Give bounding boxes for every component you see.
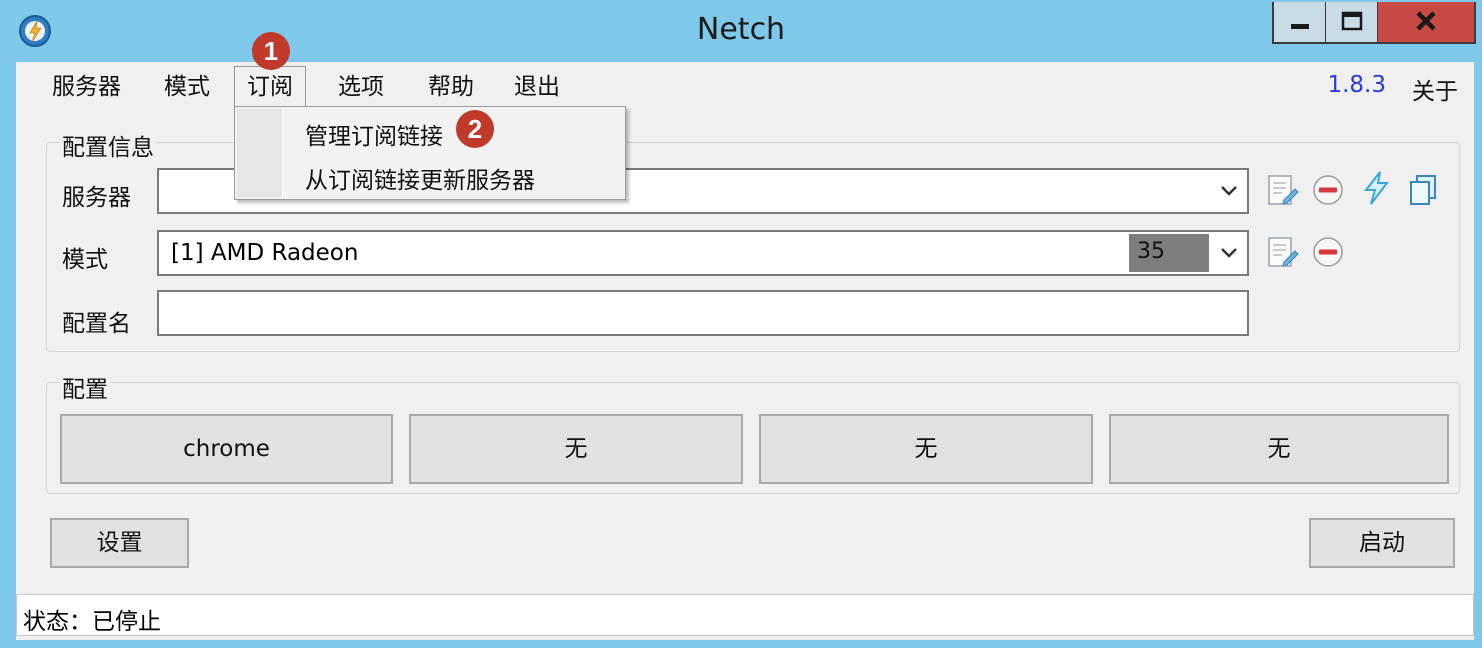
menu-mode[interactable]: 模式 (160, 72, 214, 106)
subscription-dropdown: 管理订阅链接 从订阅链接更新服务器 (234, 106, 626, 200)
menu-bar: 服务器 模式 订阅 选项 帮助 退出 1.8.3 关于 (16, 62, 1474, 110)
status-bar: 状态：已停止 (16, 594, 1474, 636)
settings-button[interactable]: 设置 (50, 518, 189, 568)
edit-server-icon[interactable] (1264, 172, 1300, 208)
profile-name-input[interactable] (157, 290, 1249, 336)
menu-item-update-servers-from-subscription[interactable]: 从订阅链接更新服务器 (305, 161, 535, 195)
maximize-button[interactable] (1326, 2, 1378, 42)
menu-about[interactable]: 关于 (1412, 72, 1458, 106)
maximize-icon (1341, 11, 1363, 31)
copy-server-icon[interactable] (1406, 172, 1442, 208)
menu-options[interactable]: 选项 (334, 72, 388, 106)
edit-mode-icon[interactable] (1264, 234, 1300, 270)
mode-select-value: [1] AMD Radeon (171, 240, 359, 266)
mode-label: 模式 (62, 247, 108, 273)
chevron-down-icon (1221, 248, 1237, 258)
profile-button-2[interactable]: 无 (409, 414, 743, 484)
menu-subscription[interactable]: 订阅 (234, 66, 306, 106)
profile-button-1[interactable]: chrome (60, 414, 393, 484)
menu-server[interactable]: 服务器 (48, 72, 125, 106)
config-info-title: 配置信息 (60, 128, 156, 162)
chevron-down-icon (1221, 186, 1237, 196)
speed-test-icon[interactable] (1358, 170, 1394, 206)
minimize-icon (1291, 24, 1309, 29)
delete-mode-icon[interactable] (1310, 234, 1346, 270)
latency-badge: 35 (1129, 234, 1209, 272)
profiles-title: 配置 (60, 370, 110, 404)
minimize-button[interactable] (1274, 2, 1326, 42)
annotation-badge-2: 2 (456, 110, 494, 148)
menu-item-manage-subscriptions[interactable]: 管理订阅链接 (305, 117, 443, 151)
delete-server-icon[interactable] (1310, 172, 1346, 208)
title-bar: Netch (0, 0, 1482, 62)
annotation-badge-1: 1 (252, 32, 290, 70)
mode-select[interactable]: [1] AMD Radeon 35 (157, 230, 1249, 276)
window-controls (1272, 2, 1476, 44)
main-window: 服务器 模式 订阅 选项 帮助 退出 1.8.3 关于 1 管理订阅链接 从订阅… (16, 32, 1474, 640)
close-button[interactable] (1378, 2, 1474, 42)
status-text: 状态：已停止 (23, 609, 161, 635)
start-button[interactable]: 启动 (1309, 518, 1455, 568)
window-title: Netch (696, 12, 786, 47)
close-icon (1416, 11, 1436, 31)
menu-exit[interactable]: 退出 (510, 72, 564, 106)
profile-button-4[interactable]: 无 (1109, 414, 1449, 484)
profile-name-label: 配置名 (62, 311, 131, 337)
menu-gutter (237, 109, 283, 197)
server-label: 服务器 (62, 185, 131, 211)
profile-button-3[interactable]: 无 (759, 414, 1093, 484)
menu-help[interactable]: 帮助 (424, 72, 478, 106)
version-label[interactable]: 1.8.3 (1327, 72, 1386, 98)
